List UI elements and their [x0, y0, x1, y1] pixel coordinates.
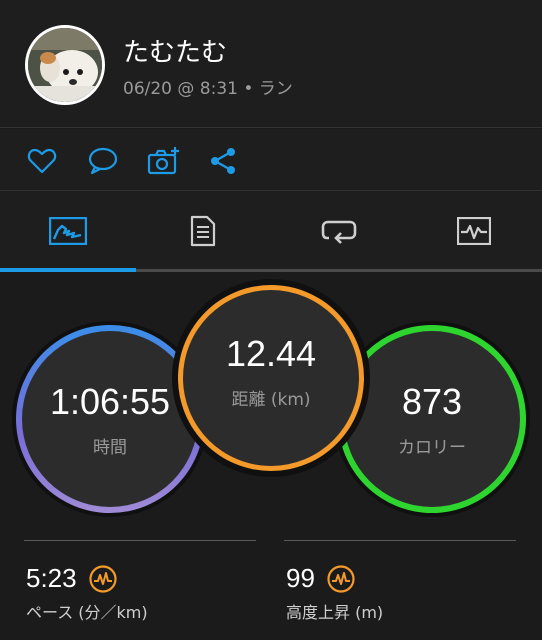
distance-value: 12.44	[225, 332, 317, 374]
time-value: 1:06:55	[49, 380, 171, 422]
comment-icon[interactable]	[88, 146, 118, 176]
avatar[interactable]	[25, 25, 105, 105]
calories-ring[interactable]: 873 カロリー	[338, 325, 526, 513]
activity-pulse-icon	[327, 564, 355, 593]
elevation-stat[interactable]: 99 高度上昇 (m)	[284, 540, 516, 640]
time-label: 時間	[93, 437, 127, 458]
add-photo-icon[interactable]	[147, 146, 181, 176]
pace-label: ペース (分／km)	[26, 603, 148, 622]
time-ring[interactable]: 1:06:55 時間	[16, 325, 204, 513]
document-icon	[191, 215, 216, 246]
tab-charts[interactable]	[407, 192, 542, 269]
distance-ring[interactable]: 12.44 距離 (km)	[178, 285, 364, 471]
pace-stat[interactable]: 5:23 ペース (分／km)	[24, 540, 256, 640]
elevation-value: 99	[286, 563, 315, 593]
activity-header: たむたむ 06/20 @ 8:31 • ラン	[0, 0, 542, 128]
activity-pulse-icon	[89, 564, 117, 593]
laps-icon	[321, 220, 357, 244]
activity-date-type: 06/20 @ 8:31 • ラン	[123, 79, 293, 99]
calories-label: カロリー	[398, 437, 466, 458]
tab-details[interactable]	[136, 192, 272, 269]
calories-value: 873	[401, 380, 463, 422]
heart-icon[interactable]	[27, 146, 57, 176]
tab-overview[interactable]	[0, 192, 136, 269]
elevation-label: 高度上昇 (m)	[286, 603, 384, 622]
active-tab-indicator	[0, 268, 136, 272]
distance-label: 距離 (km)	[231, 389, 311, 410]
share-icon[interactable]	[208, 146, 238, 176]
pace-value: 5:23	[26, 563, 77, 593]
dog-avatar-image	[28, 28, 102, 102]
activity-tabs	[0, 192, 542, 272]
chart-icon	[457, 216, 492, 245]
action-bar	[0, 129, 542, 191]
tab-laps[interactable]	[271, 192, 407, 269]
user-name[interactable]: たむたむ	[123, 32, 227, 69]
overview-icon	[48, 216, 87, 245]
distance-ring-inner	[183, 290, 359, 466]
